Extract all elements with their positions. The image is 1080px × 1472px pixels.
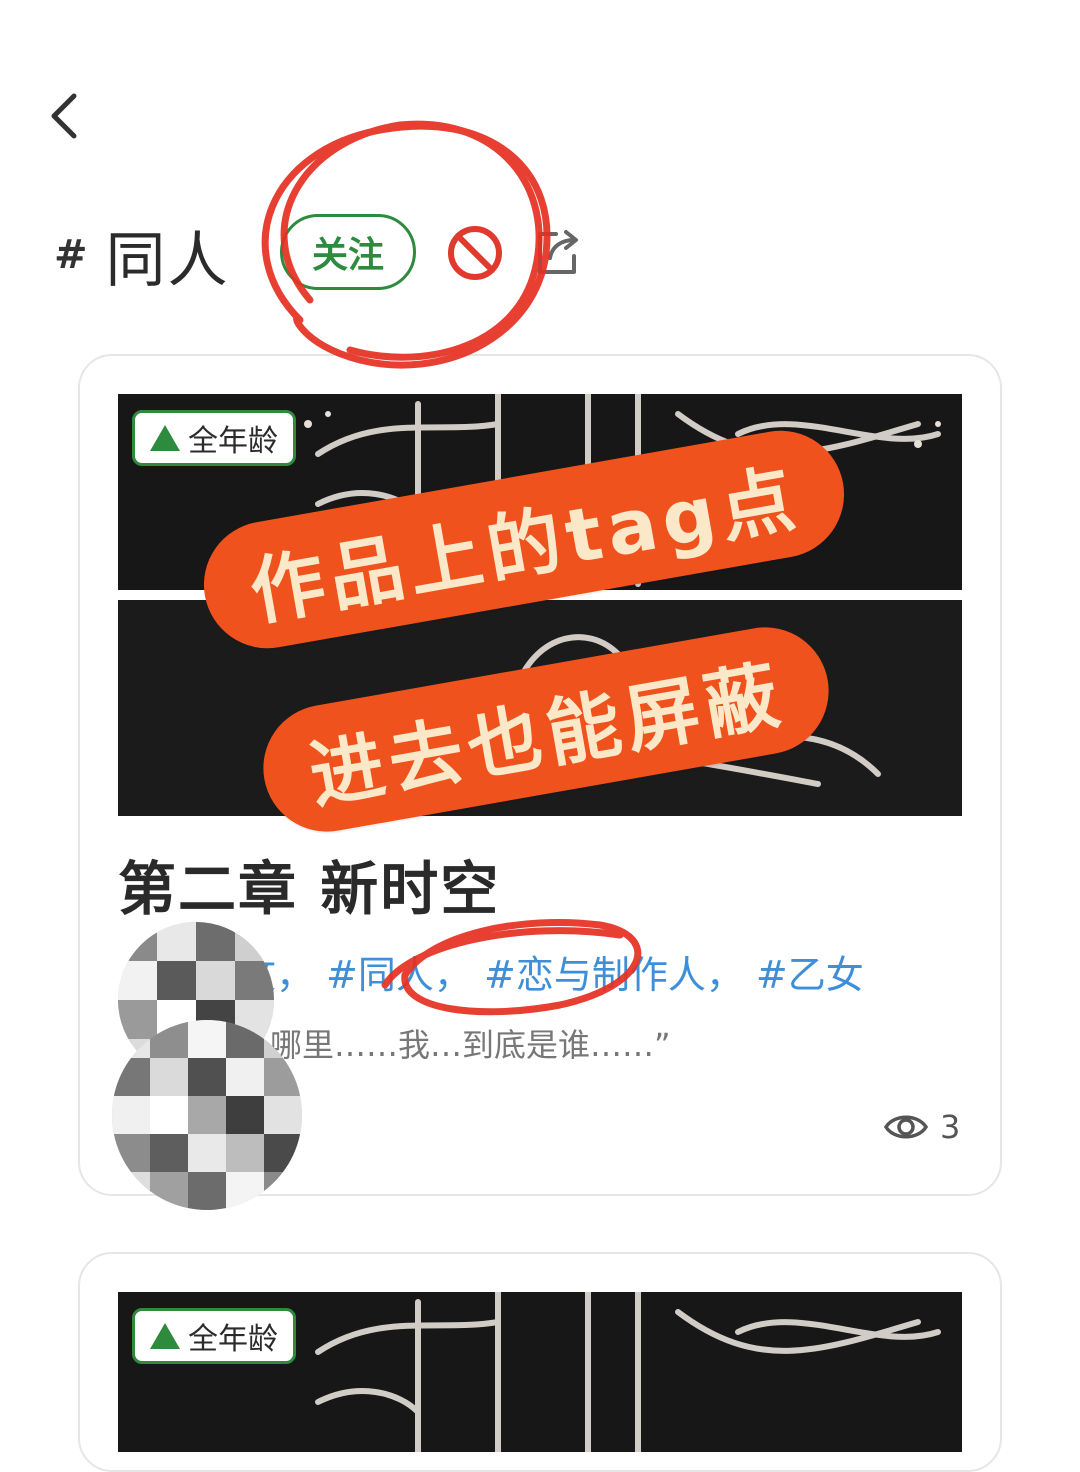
hash-symbol: # [54, 232, 88, 278]
tag-link[interactable]: #同人， [326, 953, 472, 997]
follow-button[interactable]: 关注 [280, 214, 416, 290]
work-excerpt: 哪里……我…到底是谁……” [270, 1026, 671, 1064]
block-icon [448, 226, 502, 280]
chapter-title[interactable]: 第二章 新时空 [118, 842, 500, 926]
age-rating-badge: 全年龄 [132, 410, 296, 466]
tag-link[interactable]: #恋与制作人， [484, 953, 744, 997]
triangle-icon [150, 1323, 180, 1349]
share-button[interactable] [530, 222, 586, 280]
age-rating-label: 全年龄 [188, 424, 278, 459]
view-count: 3 [884, 1108, 960, 1146]
page-title: 同人 [105, 225, 230, 296]
age-rating-label: 全年龄 [188, 1322, 278, 1357]
avatar[interactable] [112, 1020, 302, 1210]
back-button[interactable] [44, 88, 94, 144]
tag-link[interactable]: #乙女 [756, 953, 864, 997]
chevron-left-icon [51, 93, 77, 139]
share-icon [538, 230, 578, 274]
tag-header: # 同人 [54, 210, 230, 300]
block-tag-button[interactable] [446, 224, 504, 282]
eye-icon [884, 1115, 928, 1139]
age-rating-badge: 全年龄 [132, 1308, 296, 1364]
view-count-value: 3 [940, 1108, 961, 1146]
triangle-icon [150, 425, 180, 451]
